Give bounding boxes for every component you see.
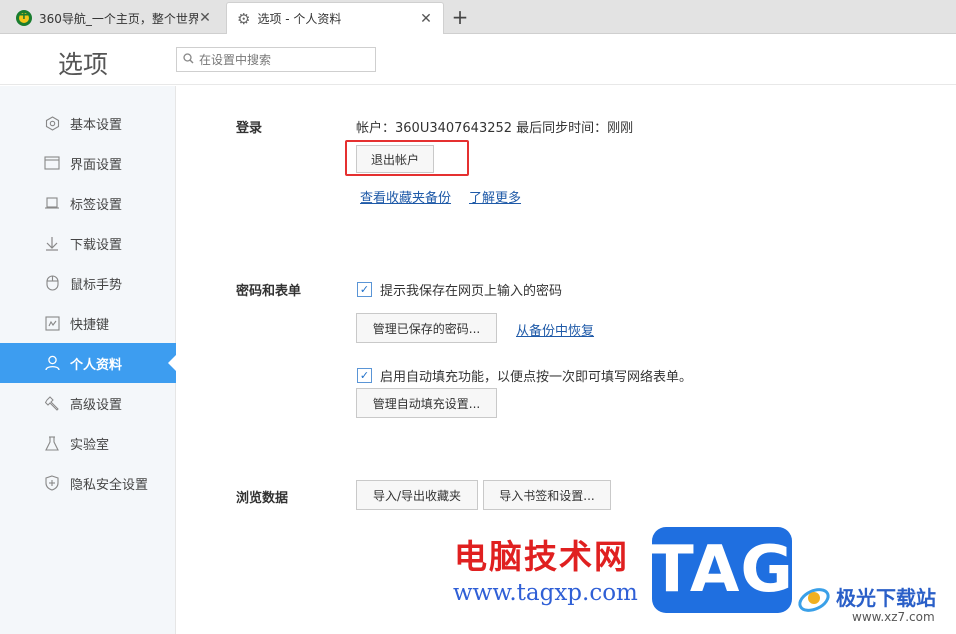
sidebar-item-label: 快捷键	[70, 317, 110, 333]
hexagon-icon	[42, 113, 62, 133]
wrench-icon	[42, 393, 62, 413]
passwords-section-label: 密码和表单	[236, 284, 302, 299]
close-icon[interactable]: ✕	[198, 10, 212, 26]
tab-360-nav[interactable]: 360导航_一个主页，整个世界 ✕	[6, 2, 222, 34]
settings-search[interactable]	[176, 47, 376, 72]
sidebar-item-label: 基本设置	[70, 117, 123, 133]
sidebar-item-mouse[interactable]: 鼠标手势	[0, 263, 176, 303]
sidebar-item-profile[interactable]: 个人资料	[0, 343, 176, 383]
tab-icon	[42, 193, 62, 213]
sidebar-item-label: 标签设置	[70, 197, 123, 213]
360-logo-icon	[16, 8, 32, 26]
watermark-tag-logo: TAG	[650, 527, 793, 613]
manage-passwords-button[interactable]: 管理已保存的密码...	[356, 313, 497, 343]
watermark-site-name: 电脑技术网	[454, 537, 629, 576]
sidebar-item-tabs[interactable]: 标签设置	[0, 183, 176, 223]
sidebar-item-download[interactable]: 下载设置	[0, 223, 176, 263]
sidebar-item-advanced[interactable]: 高级设置	[0, 383, 176, 423]
gear-icon: ⚙	[237, 9, 251, 28]
save-password-option[interactable]: ✓ 提示我保存在网页上输入的密码	[357, 280, 562, 299]
account-info: 帐户：360U3407643252 最后同步时间：刚刚	[356, 121, 634, 136]
flask-icon	[42, 433, 62, 453]
shield-icon	[42, 473, 62, 493]
highlight-box	[345, 140, 469, 176]
sidebar-item-label: 界面设置	[70, 157, 123, 173]
manage-autofill-button[interactable]: 管理自动填充设置...	[356, 388, 497, 418]
autofill-checkbox[interactable]: ✓	[357, 368, 372, 383]
new-tab-button[interactable]: +	[451, 6, 469, 28]
sidebar-item-label: 实验室	[70, 437, 110, 453]
tab-strip: 360导航_一个主页，整个世界 ✕ ⚙ 选项 - 个人资料 ✕ +	[0, 0, 956, 34]
page-title: 选项	[58, 50, 109, 79]
tab-options-profile[interactable]: ⚙ 选项 - 个人资料 ✕	[226, 2, 444, 34]
search-input[interactable]	[199, 52, 369, 67]
save-password-checkbox[interactable]: ✓	[357, 282, 372, 297]
options-header: 选项	[0, 35, 956, 85]
sidebar-item-label: 高级设置	[70, 397, 123, 413]
aurora-logo-icon	[798, 588, 830, 612]
tab-title: 选项 - 个人资料	[257, 12, 342, 26]
mouse-icon	[42, 273, 62, 293]
sidebar-item-privacy[interactable]: 隐私安全设置	[0, 463, 176, 503]
close-icon[interactable]: ✕	[419, 11, 433, 27]
autofill-option[interactable]: ✓ 启用自动填充功能，以便点按一次即可填写网络表单。	[357, 366, 692, 385]
login-section-label: 登录	[236, 121, 263, 136]
watermark-url: www.tagxp.com	[453, 580, 638, 606]
sidebar-item-basic[interactable]: 基本设置	[0, 103, 176, 143]
sidebar: 基本设置 界面设置 标签设置 下载设置 鼠标手势 快捷键 个人资料 高级设置 实…	[0, 86, 176, 634]
sidebar-item-label: 隐私安全设置	[70, 477, 149, 493]
import-export-favorites-button[interactable]: 导入/导出收藏夹	[356, 480, 478, 510]
sidebar-item-label: 下载设置	[70, 237, 123, 253]
tab-title: 360导航_一个主页，整个世界	[39, 11, 198, 26]
sidebar-item-label: 个人资料	[70, 357, 123, 373]
sidebar-item-interface[interactable]: 界面设置	[0, 143, 176, 183]
watermark-download-url: www.xz7.com	[852, 610, 935, 624]
search-icon	[183, 52, 194, 67]
import-bookmarks-settings-button[interactable]: 导入书签和设置...	[483, 480, 611, 510]
view-backup-link[interactable]: 查看收藏夹备份	[360, 187, 451, 206]
keyboard-icon	[42, 313, 62, 333]
restore-from-backup-link[interactable]: 从备份中恢复	[516, 320, 594, 339]
learn-more-link[interactable]: 了解更多	[469, 187, 521, 206]
save-password-label: 提示我保存在网页上输入的密码	[380, 284, 563, 299]
user-icon	[42, 353, 62, 373]
sidebar-item-lab[interactable]: 实验室	[0, 423, 176, 463]
sidebar-item-shortcuts[interactable]: 快捷键	[0, 303, 176, 343]
autofill-label: 启用自动填充功能，以便点按一次即可填写网络表单。	[380, 370, 693, 385]
download-icon	[42, 233, 62, 253]
browsing-data-section-label: 浏览数据	[236, 491, 289, 506]
window-icon	[42, 153, 62, 173]
sidebar-item-label: 鼠标手势	[70, 277, 123, 293]
watermark-download-site: 极光下载站	[836, 586, 936, 610]
